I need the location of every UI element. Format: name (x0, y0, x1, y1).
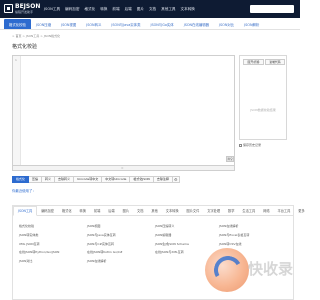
json-input-editor[interactable]: 1 (12, 55, 235, 166)
resize-grip-icon: = (121, 166, 124, 170)
page-title: 格式化校验 (12, 44, 38, 50)
unescape-button[interactable]: 去除转义 (55, 176, 75, 183)
category-tabs: JSON工具 编码加密 格式化 转换 前端 后端 图片 文档 其他 文本转换 图… (13, 205, 305, 216)
subnav-item[interactable]: JSON在线编辑器 (179, 22, 214, 29)
recent-used-label: 你最近使用了： (12, 189, 36, 193)
tool-link[interactable]: JSON视图 (87, 222, 123, 231)
topnav-item[interactable]: 转换 (100, 7, 107, 12)
topnav-item[interactable]: 后端 (125, 7, 132, 12)
settings-icon[interactable]: ⚙ (172, 176, 180, 183)
breadcrumb: > 首页 > JSON工具 > JSON格式化 (12, 34, 61, 38)
format-button[interactable]: 格式化 (12, 176, 30, 183)
tool-link[interactable]: JSON对比 (19, 257, 59, 266)
tab[interactable]: 图片 (119, 208, 133, 213)
topnav-item[interactable]: 图片 (137, 7, 144, 12)
top-navbar: BEJSON 编程开发助手 JSON工具 编码加密 格式化 转换 前端 后端 图… (0, 0, 300, 18)
tool-link[interactable]: JSON转实体类 (19, 231, 59, 240)
topnav-item[interactable]: 其他工具 (161, 7, 175, 12)
topnav-item[interactable]: 前端 (112, 7, 119, 12)
logo-name: BEJSON (15, 3, 41, 10)
tab[interactable]: 格式化 (58, 208, 76, 213)
tab[interactable]: 更多 (294, 208, 308, 213)
copy-code-button[interactable]: 复制代码 (265, 59, 285, 65)
tab[interactable]: 编码加密 (37, 208, 58, 213)
logo-icon (4, 4, 13, 13)
topnav-item[interactable]: 文档 (149, 7, 156, 12)
tab[interactable]: 其他 (147, 208, 161, 213)
line-number-gutter: 1 (13, 56, 21, 165)
remove-comments-button[interactable]: 去除注释 (153, 176, 173, 183)
topnav-item[interactable]: 编码加密 (65, 7, 79, 12)
format-json-button[interactable]: 格式化JSON (130, 176, 154, 183)
expand-collapse-button[interactable]: 展开/折叠 (243, 59, 264, 65)
tool-link[interactable]: 在线JSON与XML互转 (155, 248, 189, 257)
link-column: 格式化校验 JSON转实体类 XML JSON互转 在线JSON转Python/… (19, 222, 59, 266)
save-history-option[interactable]: 保存历史记录 (239, 143, 287, 147)
tool-link[interactable]: JSON在线解析 (219, 222, 249, 231)
checkbox-label: 保存历史记录 (243, 143, 262, 147)
watermark: 快收录 (200, 242, 300, 300)
tab[interactable]: 文字处理 (203, 208, 224, 213)
tool-link[interactable]: 格式化校验 (19, 222, 59, 231)
checkbox[interactable] (239, 143, 242, 147)
clear-button[interactable]: 清空 (226, 156, 234, 162)
escape-button[interactable]: 转义 (42, 176, 56, 183)
tab[interactable]: 文本转换 (162, 208, 183, 213)
tool-link[interactable]: JSON与Excel表格互转 (219, 231, 249, 240)
subnav-item-active[interactable]: 格式化校验 (4, 19, 31, 29)
tool-link[interactable]: JSON编辑器 (155, 231, 189, 240)
tool-link[interactable]: JSON压缩转义 (155, 222, 189, 231)
search-input[interactable] (250, 5, 294, 13)
logo-tagline: 编程开发助手 (15, 10, 34, 14)
tool-link[interactable]: JSON在线解析 (87, 257, 123, 266)
result-panel: 展开/折叠 复制代码 JSON数据校验结果 (239, 55, 287, 140)
watermark-text: 快收录 (248, 260, 294, 278)
tab-json-tools[interactable]: JSON工具 (13, 205, 38, 216)
tab[interactable]: 转换 (76, 208, 90, 213)
subnav-item[interactable]: JSON与Java实体类 (106, 22, 145, 29)
tool-link[interactable]: XML JSON互转 (19, 240, 59, 249)
tab[interactable]: 图片文件 (183, 208, 204, 213)
subnav-item[interactable]: JSON对比 (214, 22, 239, 29)
subnav-item[interactable]: JSON解析 (239, 22, 264, 29)
action-toolbar: 格式化 压缩 转义 去除转义 Unicode转中文 中文转Unicode 格式化… (12, 176, 180, 183)
unicode-to-chinese-button[interactable]: Unicode转中文 (74, 176, 103, 183)
subnav-item[interactable]: JSON与Go实体 (145, 22, 178, 29)
editor-resize-bar[interactable]: = (12, 166, 235, 171)
result-placeholder: JSON数据校验结果 (250, 108, 276, 112)
tab[interactable]: 文档 (133, 208, 147, 213)
line-number: 1 (15, 58, 17, 62)
link-column: JSON压缩转义 JSON编辑器 JSON生成JSON Schema 在线JSO… (155, 222, 189, 257)
topnav-item[interactable]: 格式化 (84, 7, 95, 12)
tab[interactable]: 前端 (90, 208, 104, 213)
link-column: JSON视图 JSON与Java实体互转 JSON与C#实体互转 在线JSON转… (87, 222, 123, 266)
sub-nav: 格式化校验 JSON压缩 JSON视图 JSON转义 JSON与Java实体类 … (0, 18, 300, 30)
topnav-item[interactable]: 文本转换 (181, 7, 195, 12)
subnav-item[interactable]: JSON转义 (81, 22, 106, 29)
compress-button[interactable]: 压缩 (29, 176, 43, 183)
tab[interactable]: 平台工具 (274, 208, 295, 213)
top-nav-menu: JSON工具 编码加密 格式化 转换 前端 后端 图片 文档 其他工具 文本转换 (44, 0, 200, 18)
tab[interactable]: 数学 (224, 208, 238, 213)
chinese-to-unicode-button[interactable]: 中文转Unicode (102, 176, 131, 183)
topnav-item[interactable]: JSON工具 (44, 7, 60, 12)
tool-link[interactable]: JSON与C#实体互转 (87, 240, 123, 249)
tab[interactable]: 网络 (259, 208, 273, 213)
subnav-item[interactable]: JSON视图 (56, 22, 81, 29)
tool-link[interactable]: 在线JSON转Python/Go/JSON (19, 248, 59, 257)
tab[interactable]: 生活工具 (238, 208, 259, 213)
tab[interactable]: 后端 (104, 208, 118, 213)
logo[interactable]: BEJSON 编程开发助手 (4, 3, 40, 15)
tool-link[interactable]: JSON生成JSON Schema (155, 240, 189, 249)
subnav-item[interactable]: JSON压缩 (31, 22, 56, 29)
tool-link[interactable]: 在线JSON转Kotlin Go/C# (87, 248, 123, 257)
tool-link[interactable]: JSON与Java实体互转 (87, 231, 123, 240)
